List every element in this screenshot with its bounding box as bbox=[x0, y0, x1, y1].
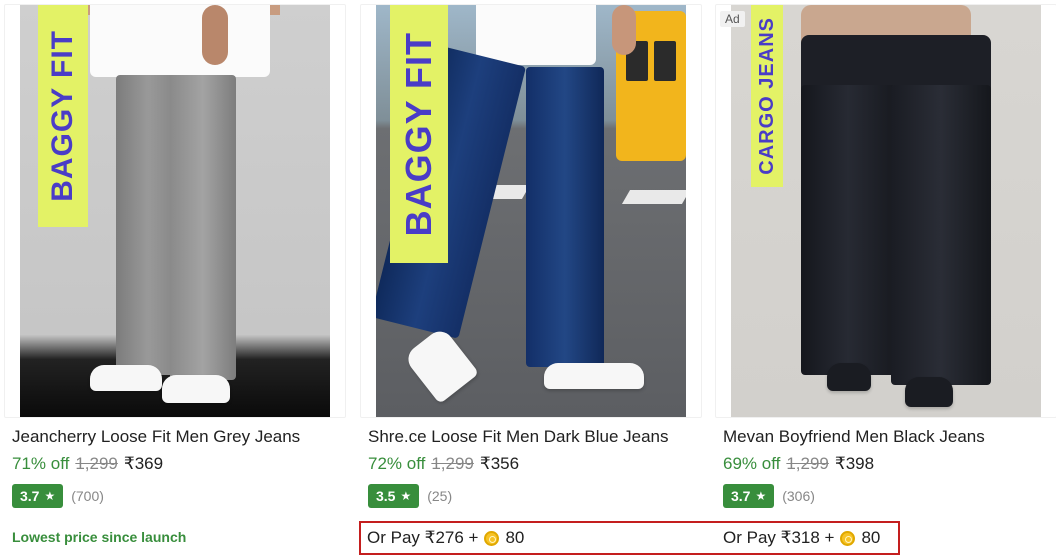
product-image[interactable]: BAGGY FIT bbox=[4, 4, 346, 418]
rating-badge: 3.7 ★ bbox=[12, 484, 64, 508]
mrp-price: 1,299 bbox=[786, 454, 829, 473]
product-photo: BAGGY FIT bbox=[20, 5, 330, 417]
mrp-price: 1,299 bbox=[75, 454, 118, 473]
rating-badge: 3.7 ★ bbox=[723, 484, 775, 508]
rating-row: 3.5 ★ (25) bbox=[368, 484, 452, 508]
product-card[interactable]: BAGGY FIT Jeancherry Loose Fit Men Grey … bbox=[4, 0, 346, 557]
rating-value: 3.7 bbox=[731, 488, 751, 504]
product-title[interactable]: Mevan Boyfriend Men Black Jeans bbox=[723, 427, 985, 447]
product-photo: BAGGY FIT bbox=[376, 5, 686, 417]
rating-count: (306) bbox=[782, 488, 815, 504]
supercoin-icon bbox=[484, 530, 500, 546]
rating-badge: 3.5 ★ bbox=[368, 484, 420, 508]
product-image[interactable]: BAGGY FIT bbox=[360, 4, 702, 418]
lowest-price-tag: Lowest price since launch bbox=[12, 529, 187, 545]
selling-price: ₹398 bbox=[834, 454, 875, 473]
pay-with-coins-option[interactable]: Or Pay ₹276 + 80 bbox=[367, 528, 524, 548]
selling-price: ₹356 bbox=[479, 454, 520, 473]
pay-text: Or Pay ₹318 + bbox=[723, 528, 835, 547]
mrp-price: 1,299 bbox=[431, 454, 474, 473]
star-icon: ★ bbox=[44, 489, 56, 503]
rating-value: 3.5 bbox=[376, 488, 396, 504]
product-card[interactable]: BAGGY FIT Shre.ce Loose Fit Men Dark Blu… bbox=[360, 0, 702, 557]
coin-amount: 80 bbox=[861, 528, 881, 547]
cargo-jeans-banner: CARGO JEANS bbox=[751, 5, 783, 187]
discount-label: 71% off bbox=[12, 454, 70, 473]
price-row: 69% off 1,299 ₹398 bbox=[723, 454, 874, 474]
rating-count: (700) bbox=[71, 488, 104, 504]
product-title[interactable]: Jeancherry Loose Fit Men Grey Jeans bbox=[12, 427, 300, 447]
ad-label: Ad bbox=[720, 11, 745, 27]
product-card[interactable]: Ad CARGO JEANS Mevan Boyfriend Men Black… bbox=[715, 0, 1056, 557]
price-row: 72% off 1,299 ₹356 bbox=[368, 454, 519, 474]
rating-row: 3.7 ★ (306) bbox=[723, 484, 815, 508]
coin-amount: 80 bbox=[505, 528, 525, 547]
price-row: 71% off 1,299 ₹369 bbox=[12, 454, 163, 474]
star-icon: ★ bbox=[400, 489, 412, 503]
rating-row: 3.7 ★ (700) bbox=[12, 484, 104, 508]
product-image[interactable]: Ad CARGO JEANS bbox=[715, 4, 1056, 418]
baggy-fit-banner: BAGGY FIT bbox=[38, 5, 88, 227]
rating-count: (25) bbox=[427, 488, 453, 504]
product-title[interactable]: Shre.ce Loose Fit Men Dark Blue Jeans bbox=[368, 427, 668, 447]
discount-label: 72% off bbox=[368, 454, 426, 473]
discount-label: 69% off bbox=[723, 454, 781, 473]
rating-value: 3.7 bbox=[20, 488, 40, 504]
baggy-fit-banner: BAGGY FIT bbox=[390, 5, 448, 263]
selling-price: ₹369 bbox=[123, 454, 164, 473]
star-icon: ★ bbox=[755, 489, 767, 503]
pay-text: Or Pay ₹276 + bbox=[367, 528, 479, 547]
pay-with-coins-option[interactable]: Or Pay ₹318 + 80 bbox=[723, 528, 880, 548]
product-photo: CARGO JEANS bbox=[731, 5, 1041, 417]
supercoin-icon bbox=[840, 530, 856, 546]
